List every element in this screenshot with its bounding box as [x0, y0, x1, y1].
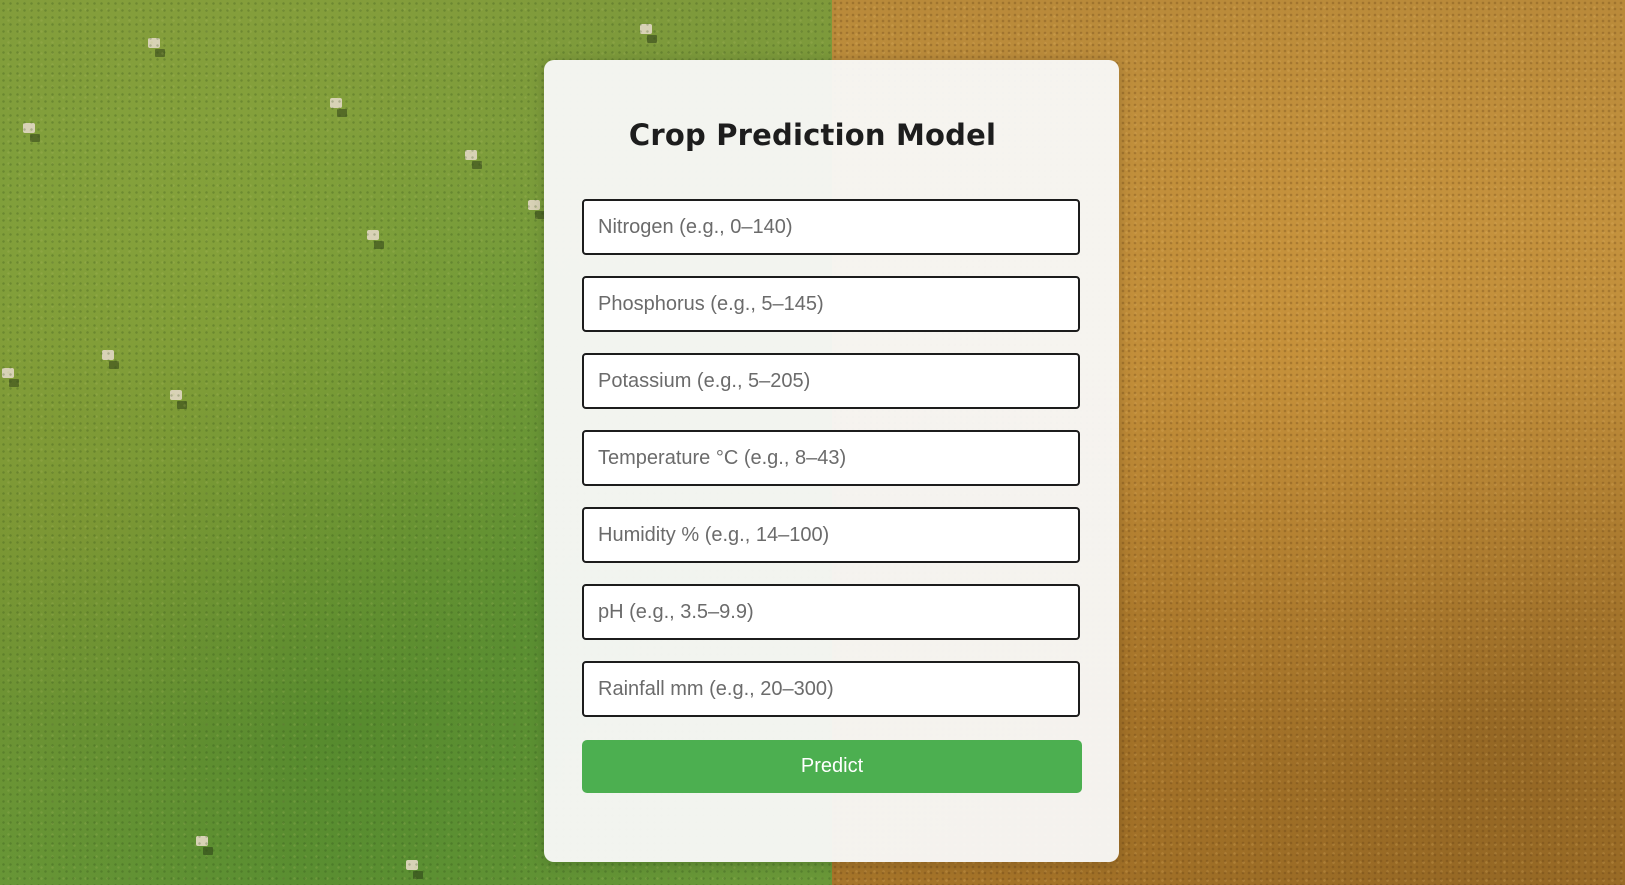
hay-bale [102, 350, 114, 360]
potassium-input[interactable] [582, 353, 1080, 409]
hay-bale [148, 38, 160, 48]
ph-input[interactable] [582, 584, 1080, 640]
humidity-input[interactable] [582, 507, 1080, 563]
temperature-input[interactable] [582, 430, 1080, 486]
nitrogen-input[interactable] [582, 199, 1080, 255]
hay-bale [367, 230, 379, 240]
hay-bale [528, 200, 540, 210]
hay-bale [330, 98, 342, 108]
hay-bale [170, 390, 182, 400]
hay-bale [406, 860, 418, 870]
page-title: Crop Prediction Model [628, 118, 997, 152]
hay-bale [640, 24, 652, 34]
rainfall-input[interactable] [582, 661, 1080, 717]
hay-bale [196, 836, 208, 846]
hay-bale [2, 368, 14, 378]
predict-button[interactable]: Predict [582, 740, 1082, 793]
phosphorus-input[interactable] [582, 276, 1080, 332]
